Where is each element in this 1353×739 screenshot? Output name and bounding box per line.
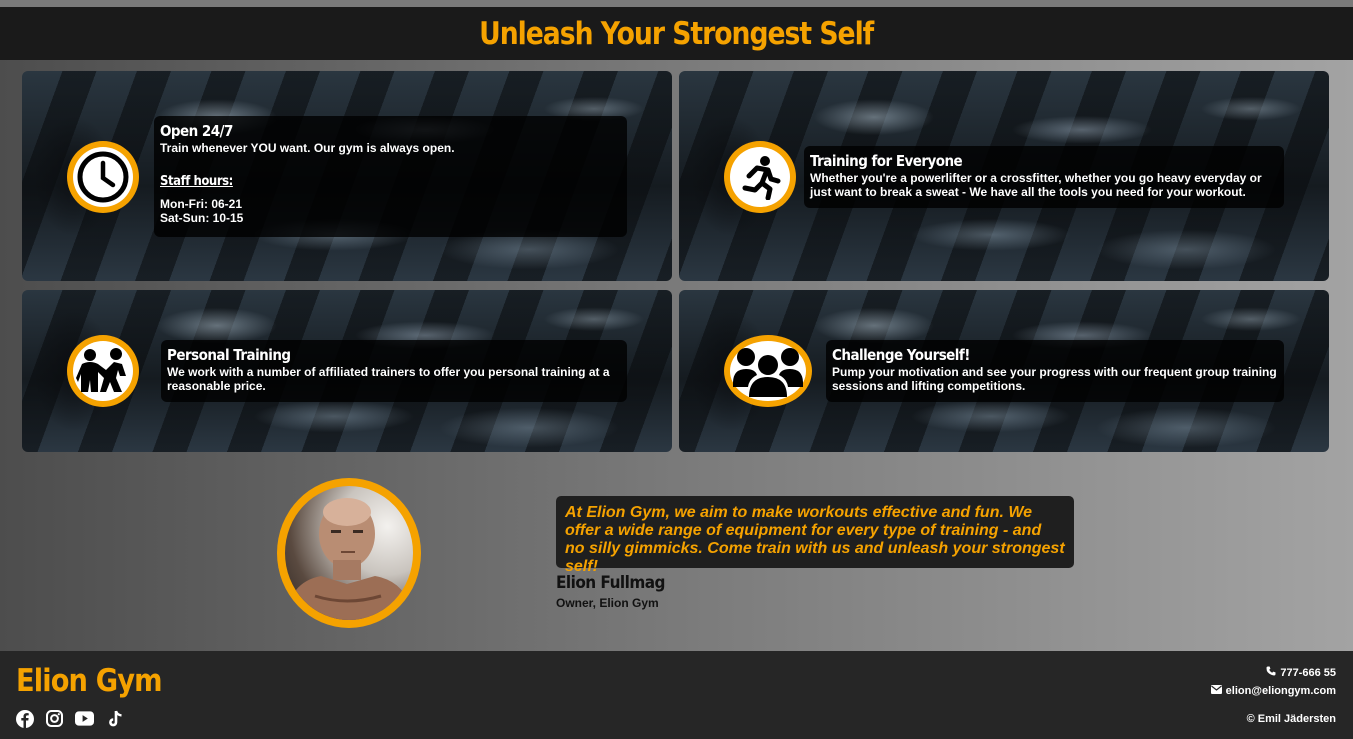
feature-card-training-for-everyone: Training for Everyone Whether you're a p… — [679, 71, 1329, 281]
feature-description: Whether you're a powerlifter or a crossf… — [810, 171, 1262, 199]
phone-icon — [1266, 666, 1276, 679]
group-icon — [724, 335, 812, 407]
owner-avatar — [277, 478, 421, 628]
social-links — [15, 709, 124, 728]
hours-weekdays: Mon-Fri: 06-21 — [160, 197, 243, 211]
page-header: Unleash Your Strongest Self — [0, 7, 1353, 60]
page-title: Unleash Your Strongest Self — [479, 15, 874, 52]
feature-description: Pump your motivation and see your progre… — [832, 365, 1277, 393]
feature-description: Train whenever YOU want. Our gym is alwa… — [160, 141, 455, 155]
feature-card-personal-training: Personal Training We work with a number … — [22, 290, 672, 452]
feature-description: We work with a number of affiliated trai… — [167, 365, 610, 393]
instagram-icon[interactable] — [45, 709, 64, 728]
email-address[interactable]: elion@eliongym.com — [1226, 685, 1336, 697]
feature-text-box: Open 24/7 Train whenever YOU want. Our g… — [154, 116, 627, 237]
owner-role: Owner, Elion Gym — [556, 596, 659, 610]
feature-title: Training for Everyone — [810, 152, 963, 170]
footer-email: elion@eliongym.com — [1210, 685, 1336, 697]
owner-name: Elion Fullmag — [556, 573, 665, 593]
phone-number[interactable]: 777-666 55 — [1280, 667, 1336, 679]
clock-icon — [67, 141, 139, 213]
youtube-icon[interactable] — [75, 709, 94, 728]
envelope-icon — [1210, 685, 1222, 697]
feature-title: Open 24/7 — [160, 122, 233, 140]
feature-title: Personal Training — [167, 346, 291, 364]
feature-title: Challenge Yourself! — [832, 346, 970, 364]
footer-phone: 777-666 55 — [1266, 666, 1336, 679]
testimonial-quote: At Elion Gym, we aim to make workouts ef… — [556, 496, 1074, 575]
tiktok-icon[interactable] — [105, 709, 124, 728]
feature-card-challenge-yourself: Challenge Yourself! Pump your motivation… — [679, 290, 1329, 452]
feature-text-box: Challenge Yourself! Pump your motivation… — [826, 340, 1284, 402]
top-strip — [0, 0, 1353, 7]
feature-text-box: Personal Training We work with a number … — [161, 340, 627, 402]
staff-hours-heading: Staff hours: — [160, 174, 233, 189]
footer-brand: Elion Gym — [16, 663, 163, 699]
feature-card-open-24-7: Open 24/7 Train whenever YOU want. Our g… — [22, 71, 672, 281]
hours-weekend: Sat-Sun: 10-15 — [160, 211, 244, 225]
running-person-icon — [724, 141, 796, 213]
feature-text-box: Training for Everyone Whether you're a p… — [804, 146, 1284, 208]
page-footer: Elion Gym 777-666 55 elion@eliongym.com … — [0, 651, 1353, 739]
facebook-icon[interactable] — [15, 709, 34, 728]
footer-copyright: © Emil Jädersten — [1246, 713, 1336, 725]
personal-trainer-icon — [67, 335, 139, 407]
